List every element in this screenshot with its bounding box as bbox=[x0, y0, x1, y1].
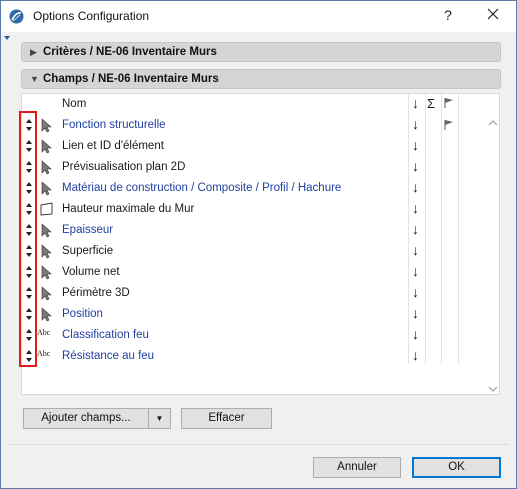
section-label: Critères / NE-06 Inventaire Murs bbox=[43, 46, 217, 58]
sort-column-header[interactable]: ↓ bbox=[412, 95, 419, 111]
window-title: Options Configuration bbox=[33, 9, 150, 23]
close-icon[interactable] bbox=[485, 6, 501, 22]
sort-arrow-icon[interactable]: ↓ bbox=[412, 116, 419, 132]
separator bbox=[9, 444, 509, 445]
help-button[interactable]: ? bbox=[441, 7, 455, 23]
flag-icon[interactable] bbox=[443, 119, 455, 131]
list-item[interactable]: Superficie ↓ bbox=[22, 241, 492, 262]
list-item[interactable]: Position ↓ bbox=[22, 304, 492, 325]
field-name: Résistance au feu bbox=[62, 350, 155, 362]
section-champs[interactable]: ▼ Champs / NE-06 Inventaire Murs bbox=[21, 69, 501, 89]
sort-arrow-icon[interactable]: ↓ bbox=[412, 137, 419, 153]
sort-arrow-icon[interactable]: ↓ bbox=[412, 221, 419, 237]
field-name: Epaisseur bbox=[62, 224, 114, 236]
field-name: Matériau de construction / Composite / P… bbox=[62, 182, 342, 194]
pointer-arrow-icon bbox=[41, 139, 52, 154]
sort-arrow-icon[interactable]: ↓ bbox=[412, 326, 419, 342]
collapse-arrow-icon: ▶ bbox=[30, 47, 37, 57]
sort-arrow-icon[interactable]: ↓ bbox=[412, 284, 419, 300]
abc-text-icon: Abc bbox=[37, 349, 51, 358]
list-item[interactable]: Abc Résistance au feu ↓ bbox=[22, 346, 492, 367]
list-item[interactable]: Epaisseur ↓ bbox=[22, 220, 492, 241]
clear-button[interactable]: Effacer bbox=[181, 408, 272, 429]
sort-arrow-icon[interactable]: ↓ bbox=[412, 158, 419, 174]
list-item[interactable]: Hauteur maximale du Mur ↓ bbox=[22, 199, 492, 220]
field-name: Superficie bbox=[62, 245, 114, 257]
flag-outline-icon bbox=[40, 202, 53, 216]
column-header-name[interactable]: Nom bbox=[62, 98, 86, 110]
sort-arrow-icon[interactable]: ↓ bbox=[412, 305, 419, 321]
pointer-arrow-icon bbox=[41, 244, 52, 259]
field-name: Hauteur maximale du Mur bbox=[62, 203, 195, 215]
reorder-handles-highlight bbox=[19, 111, 37, 367]
list-item[interactable]: Périmètre 3D ↓ bbox=[22, 283, 492, 304]
fields-list: Nom ↓ Σ Fonction structurelle ↓ Lien et ID… bbox=[21, 93, 500, 395]
app-logo-icon bbox=[9, 9, 24, 24]
list-item[interactable]: Lien et ID d'élément ↓ bbox=[22, 136, 492, 157]
field-name: Prévisualisation plan 2D bbox=[62, 161, 186, 173]
pointer-arrow-icon bbox=[41, 160, 52, 175]
title-bar: Options Configuration ? bbox=[1, 1, 516, 32]
add-fields-dropdown-button[interactable]: ▼ bbox=[148, 408, 171, 429]
field-name: Lien et ID d'élément bbox=[62, 140, 164, 152]
field-name: Position bbox=[62, 308, 103, 320]
sort-arrow-icon[interactable]: ↓ bbox=[412, 179, 419, 195]
cancel-button[interactable]: Annuler bbox=[313, 457, 401, 478]
sort-arrow-icon[interactable]: ↓ bbox=[412, 242, 419, 258]
pointer-arrow-icon bbox=[41, 118, 52, 133]
pointer-arrow-icon bbox=[41, 286, 52, 301]
list-item[interactable]: Prévisualisation plan 2D ↓ bbox=[22, 157, 492, 178]
options-dialog: Options Configuration ? ▶ Critères / NE-… bbox=[0, 0, 517, 489]
flag-icon[interactable] bbox=[443, 97, 455, 109]
sort-arrow-icon[interactable]: ↓ bbox=[412, 347, 419, 363]
pointer-arrow-icon bbox=[41, 181, 52, 196]
list-header: Nom ↓ Σ bbox=[22, 94, 499, 114]
pointer-arrow-icon bbox=[41, 265, 52, 280]
list-item[interactable]: Fonction structurelle ↓ bbox=[22, 115, 492, 136]
section-label: Champs / NE-06 Inventaire Murs bbox=[43, 73, 219, 85]
pointer-arrow-icon bbox=[41, 307, 52, 322]
section-criteres[interactable]: ▶ Critères / NE-06 Inventaire Murs bbox=[21, 42, 501, 62]
list-item[interactable]: Volume net ↓ bbox=[22, 262, 492, 283]
scroll-up-icon[interactable] bbox=[488, 119, 498, 127]
field-name: Fonction structurelle bbox=[62, 119, 166, 131]
list-item[interactable]: Matériau de construction / Composite / P… bbox=[22, 178, 492, 199]
ok-button[interactable]: OK bbox=[412, 457, 501, 478]
dock-marker-icon bbox=[4, 36, 10, 40]
field-name: Volume net bbox=[62, 266, 120, 278]
sum-column-header[interactable]: Σ bbox=[427, 96, 435, 111]
scroll-down-icon[interactable] bbox=[488, 385, 498, 393]
sort-arrow-icon[interactable]: ↓ bbox=[412, 200, 419, 216]
field-name: Périmètre 3D bbox=[62, 287, 130, 299]
add-fields-button[interactable]: Ajouter champs... bbox=[23, 408, 149, 429]
list-item[interactable]: Abc Classification feu ↓ bbox=[22, 325, 492, 346]
chevron-down-icon: ▼ bbox=[155, 414, 164, 423]
sort-arrow-icon[interactable]: ↓ bbox=[412, 263, 419, 279]
field-name: Classification feu bbox=[62, 329, 149, 341]
pointer-arrow-icon bbox=[41, 223, 52, 238]
expand-arrow-icon: ▼ bbox=[30, 74, 39, 84]
abc-text-icon: Abc bbox=[37, 328, 51, 337]
